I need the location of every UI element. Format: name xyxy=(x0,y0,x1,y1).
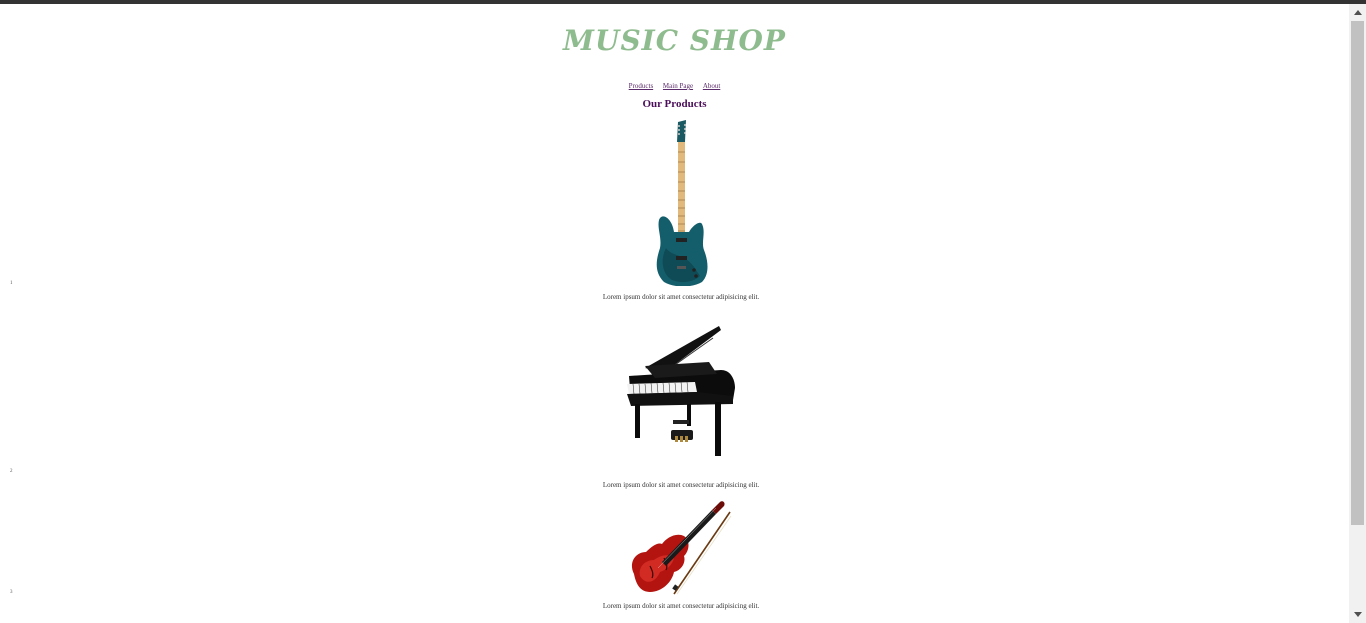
nav-link-products[interactable]: Products xyxy=(629,82,654,90)
product-description: Lorem ipsum dolor sit amet consectetur a… xyxy=(602,293,760,301)
page-heading: Our Products xyxy=(642,98,707,110)
scroll-down-arrow-icon[interactable] xyxy=(1349,606,1366,623)
main-nav: Products Main Page About xyxy=(0,82,1349,90)
site-logo[interactable]: MUSIC SHOP xyxy=(0,24,1349,57)
nav-link-main-page[interactable]: Main Page xyxy=(663,82,693,90)
scrollbar-thumb[interactable] xyxy=(1351,21,1364,525)
scroll-up-arrow-icon[interactable] xyxy=(1349,4,1366,21)
page-content: MUSIC SHOP Products Main Page About Our … xyxy=(0,4,1349,623)
product-number: 1 xyxy=(10,281,13,286)
product-description: Lorem ipsum dolor sit amet consectetur a… xyxy=(602,602,760,610)
electric-guitar-image[interactable] xyxy=(652,120,710,286)
grand-piano-image[interactable] xyxy=(625,326,737,456)
product-number: 3 xyxy=(10,590,13,595)
vertical-scrollbar[interactable] xyxy=(1349,4,1366,623)
nav-link-about[interactable]: About xyxy=(703,82,721,90)
violin-image[interactable] xyxy=(628,496,732,596)
product-description: Lorem ipsum dolor sit amet consectetur a… xyxy=(602,481,760,489)
product-number: 2 xyxy=(10,469,13,474)
